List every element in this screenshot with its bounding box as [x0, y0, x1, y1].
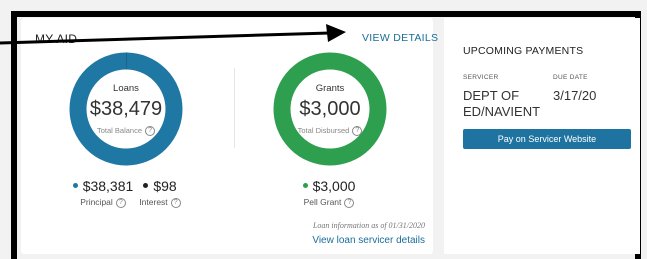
- my-aid-title: MY AID: [35, 32, 78, 46]
- grants-donut: Grants $3,000 Total Disbursed?: [273, 52, 387, 166]
- pay-on-servicer-website-button[interactable]: Pay on Servicer Website: [463, 129, 631, 149]
- interest-label: Interest: [139, 197, 168, 207]
- due-date-value: 3/17/20: [553, 88, 597, 103]
- loans-donut: Loans $38,479 Total Balance?: [69, 52, 183, 166]
- pell-label: Pell Grant: [303, 197, 342, 207]
- divider: [234, 68, 235, 148]
- interest-dot-icon: [143, 182, 149, 188]
- my-aid-card: MY AID VIEW DETAILS› Loans $38,479 Total…: [21, 18, 449, 254]
- loans-total-value: $38,479: [89, 98, 163, 120]
- loans-title: Loans: [113, 83, 139, 94]
- grants-total-value: $3,000: [299, 98, 361, 120]
- grants-subtitle-text: Total Disbursed: [297, 126, 350, 135]
- principal-label: Principal: [80, 197, 113, 207]
- legend-interest: $98 Interest?: [132, 178, 188, 208]
- grants-title: Grants: [315, 83, 345, 94]
- grants-subtitle: Total Disbursed?: [273, 126, 387, 137]
- servicer-header: SERVICER: [463, 74, 499, 81]
- legend-principal: $38,381 Principal?: [71, 178, 135, 208]
- pell-amount: $3,000: [312, 178, 356, 194]
- upcoming-payments-card: UPCOMING PAYMENTS SERVICER DUE DATE DEPT…: [444, 18, 640, 254]
- upcoming-payments-title: UPCOMING PAYMENTS: [463, 45, 584, 57]
- view-details-link[interactable]: VIEW DETAILS›: [362, 32, 449, 44]
- legend-pell-grant: $3,000 Pell Grant?: [298, 178, 360, 208]
- info-icon[interactable]: ?: [344, 197, 355, 208]
- info-icon[interactable]: ?: [145, 126, 156, 137]
- loans-subtitle-text: Total Balance: [96, 126, 143, 135]
- info-icon[interactable]: ?: [352, 126, 363, 137]
- due-date-header: DUE DATE: [553, 74, 588, 81]
- view-servicer-details-link[interactable]: View loan servicer details: [312, 235, 425, 246]
- info-icon[interactable]: ?: [170, 197, 181, 208]
- loans-subtitle: Total Balance?: [69, 126, 183, 137]
- pell-dot-icon: [302, 182, 308, 188]
- loan-info-note: Loan information as of 01/31/2020: [312, 221, 425, 230]
- principal-amount: $38,381: [82, 178, 134, 194]
- principal-dot-icon: [72, 182, 78, 188]
- info-icon[interactable]: ?: [115, 197, 126, 208]
- view-details-label: VIEW DETAILS: [362, 32, 439, 44]
- interest-amount: $98: [153, 178, 177, 194]
- servicer-value: DEPT OF ED/NAVIENT: [463, 88, 541, 119]
